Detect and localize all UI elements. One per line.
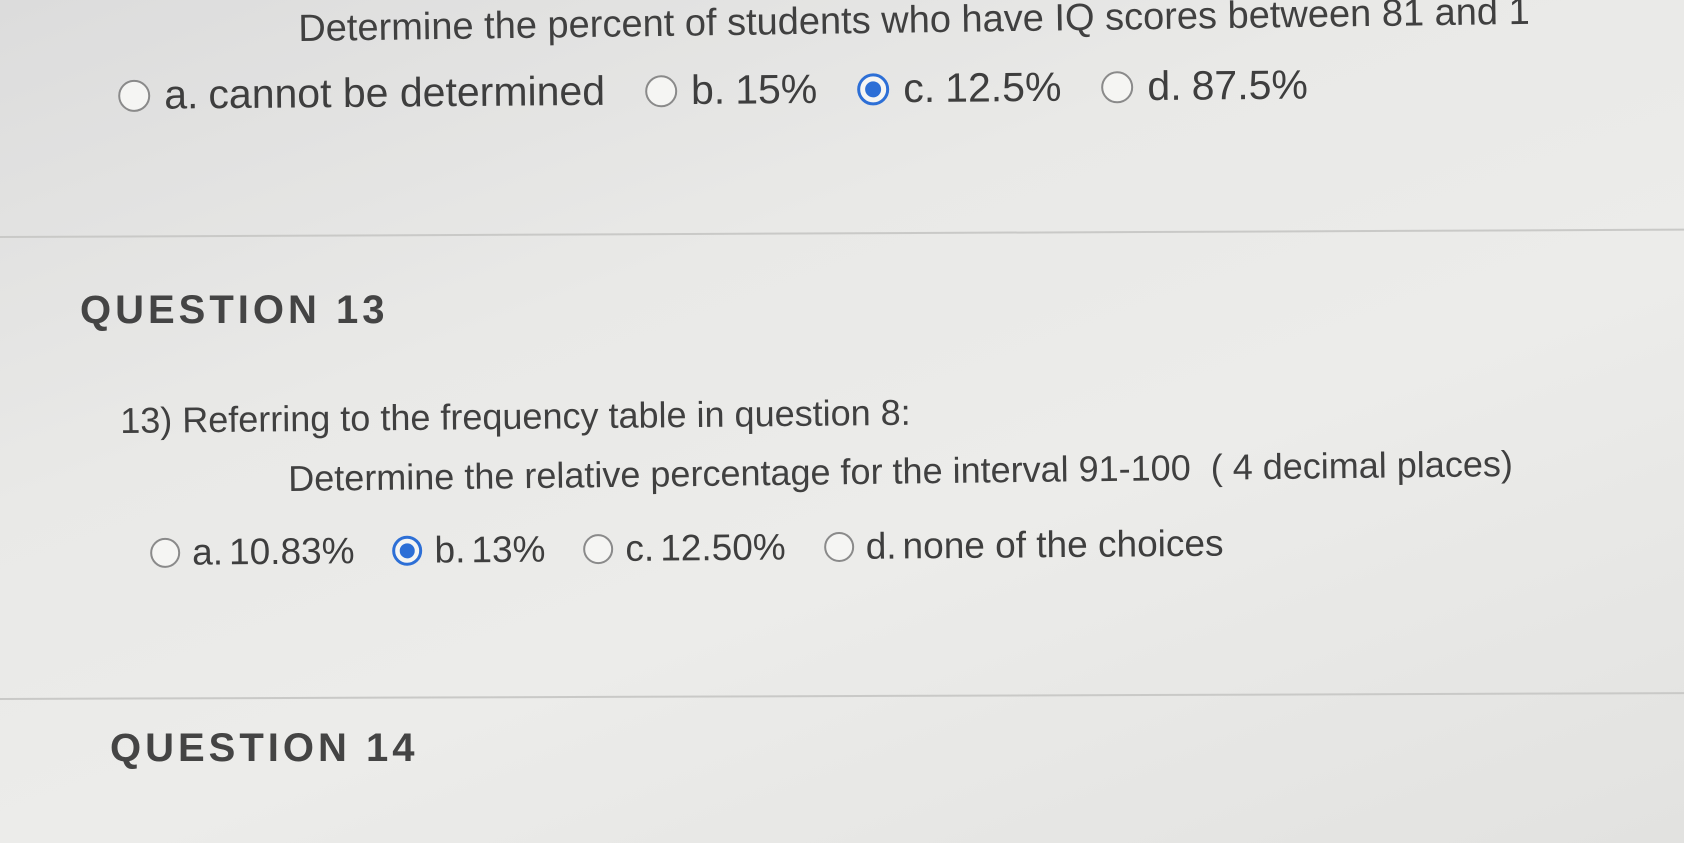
radio-unchecked-icon[interactable] — [644, 74, 678, 107]
radio-unchecked-icon[interactable] — [583, 533, 614, 565]
choice-letter: c. — [903, 64, 936, 112]
q12-choice-d[interactable]: d. 87.5% — [1101, 62, 1308, 111]
choice-text: none of the choices — [902, 522, 1224, 567]
q12-choice-a[interactable]: a. cannot be determined — [118, 68, 605, 119]
radio-unchecked-icon[interactable] — [1101, 70, 1134, 103]
choice-letter: a. — [163, 71, 199, 118]
choice-letter: d. — [865, 525, 897, 567]
question-12-choices: a. cannot be determined b. 15% c. 12.5% … — [118, 61, 1348, 119]
choice-text: 12.50% — [660, 526, 786, 569]
question-12-prompt: Determine the percent of students who ha… — [298, 0, 1530, 50]
choice-letter: b. — [434, 529, 466, 571]
section-divider — [0, 228, 1684, 238]
choice-text: cannot be determined — [208, 67, 606, 118]
section-divider — [0, 692, 1684, 700]
radio-checked-icon[interactable] — [392, 535, 423, 566]
question-14-heading: QUESTION 14 — [110, 726, 419, 770]
choice-letter: b. — [690, 66, 726, 113]
question-13-prompt-line2: Determine the relative percentage for th… — [288, 443, 1514, 499]
choice-letter: c. — [625, 527, 655, 569]
choice-text: 87.5% — [1191, 61, 1309, 109]
choice-text: 12.5% — [944, 63, 1062, 111]
choice-text: 10.83% — [228, 530, 355, 573]
q12-choice-b[interactable]: b. 15% — [644, 65, 818, 115]
radio-unchecked-icon[interactable] — [150, 537, 181, 568]
q12-choice-c[interactable]: c. 12.5% — [857, 64, 1062, 113]
q13-choice-c[interactable]: c. 12.50% — [583, 526, 786, 570]
q13-choice-d[interactable]: d. none of the choices — [823, 522, 1224, 568]
choice-letter: d. — [1147, 62, 1182, 110]
choice-text: 15% — [734, 65, 818, 113]
question-13-heading: QUESTION 13 — [80, 288, 389, 332]
q13-choice-b[interactable]: b. 13% — [392, 528, 546, 572]
radio-unchecked-icon[interactable] — [823, 531, 854, 563]
radio-unchecked-icon[interactable] — [118, 79, 151, 112]
question-13-prompt-line1: 13) Referring to the frequency table in … — [120, 391, 911, 441]
choice-text: 13% — [471, 528, 546, 571]
question-13-choices: a. 10.83% b. 13% c. 12.50% d. none of th… — [150, 522, 1262, 574]
radio-checked-icon[interactable] — [857, 72, 890, 106]
choice-letter: a. — [191, 531, 224, 573]
q13-choice-a[interactable]: a. 10.83% — [150, 530, 355, 574]
